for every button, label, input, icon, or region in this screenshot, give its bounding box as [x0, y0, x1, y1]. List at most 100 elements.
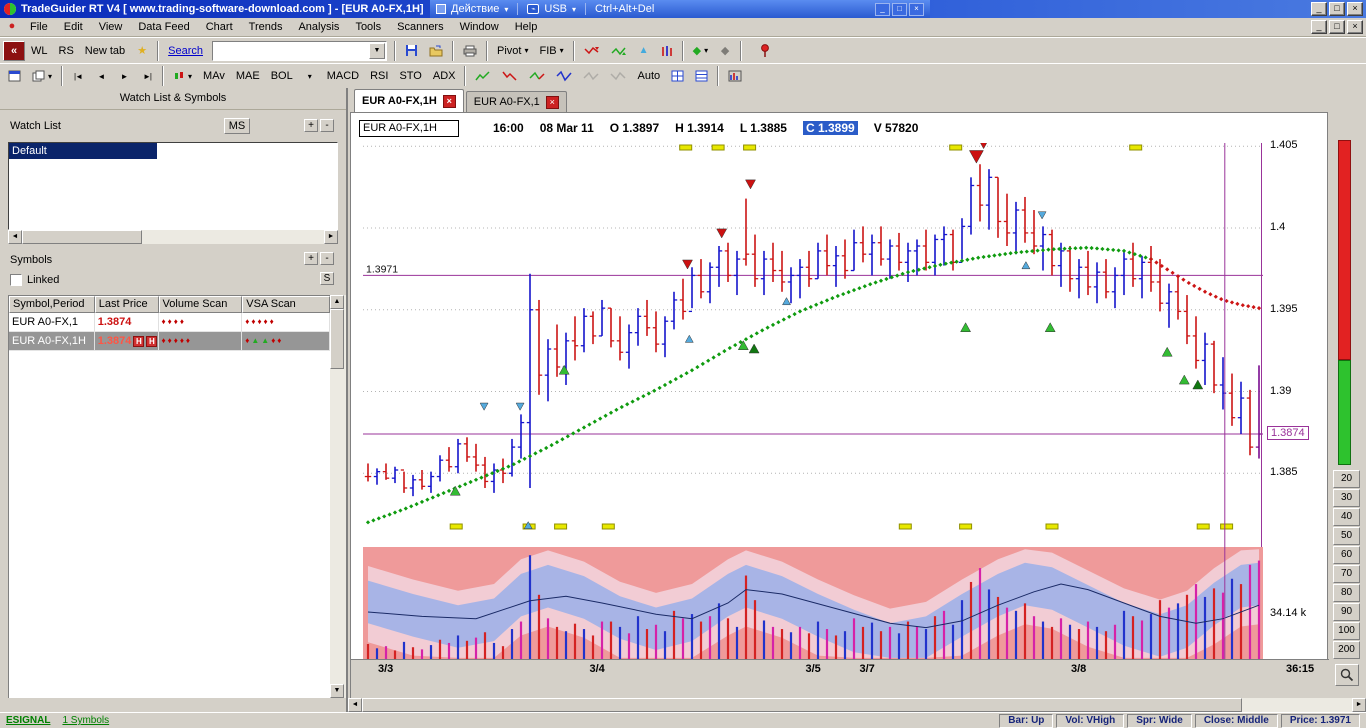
menu-item-file[interactable]: File	[22, 19, 56, 35]
column-header[interactable]: VSA Scan	[242, 296, 330, 313]
pivot-button[interactable]: Pivot ▾	[492, 41, 533, 61]
menu-item-scanners[interactable]: Scanners	[389, 19, 451, 35]
vm-close-button[interactable]: ×	[909, 3, 924, 16]
tab-close-icon[interactable]: ×	[546, 96, 559, 109]
menu-item-data-feed[interactable]: Data Feed	[130, 19, 197, 35]
chart-tab[interactable]: EUR A0-FX,1×	[466, 91, 567, 112]
remove-watchlist-button[interactable]: -	[320, 119, 334, 132]
watch-list-button[interactable]: WL	[26, 41, 53, 61]
prev-bar-button[interactable]: ◄	[90, 66, 112, 86]
mdi-minimize-button[interactable]: _	[1311, 20, 1327, 34]
chart-h-scrollbar[interactable]: ◄ ►	[348, 698, 1366, 712]
linked-checkbox[interactable]	[10, 274, 22, 286]
layout-button[interactable]	[3, 66, 26, 86]
scale-button-20[interactable]: 20	[1333, 470, 1360, 488]
uptrend-tool[interactable]	[470, 66, 496, 86]
vm-restore-button[interactable]: □	[892, 3, 907, 16]
scale-button-50[interactable]: 50	[1333, 527, 1360, 545]
column-header[interactable]: Symbol,Period	[9, 296, 95, 313]
last-bar-button[interactable]: ►|	[136, 66, 158, 86]
tab-close-icon[interactable]: ×	[443, 95, 456, 108]
volume-panel[interactable]	[363, 547, 1263, 659]
column-header[interactable]: Last Price	[95, 296, 159, 313]
menu-item-trends[interactable]: Trends	[241, 19, 291, 35]
save-button[interactable]	[400, 41, 423, 61]
symbol-row[interactable]: EUR A0-FX,1H1.3874HH♦♦♦♦♦♦▲▲♦♦	[9, 332, 330, 351]
swing-tool[interactable]	[551, 66, 577, 86]
mae-button[interactable]: MAE	[231, 66, 265, 86]
chart-tab[interactable]: EUR A0-FX,1H×	[354, 89, 464, 112]
scale-button-60[interactable]: 60	[1333, 546, 1360, 564]
rs-button[interactable]: RS	[54, 41, 79, 61]
auto-button[interactable]: Auto	[632, 66, 665, 86]
new-tab-button[interactable]: New tab	[80, 41, 130, 61]
scrollbar-thumb[interactable]	[362, 698, 1242, 712]
scale-button-100[interactable]: 100	[1333, 622, 1360, 640]
add-symbol-button[interactable]: +	[304, 252, 318, 265]
triangle-marker-tool[interactable]: ▲	[633, 41, 655, 61]
remove-symbol-button[interactable]: -	[320, 252, 334, 265]
sto-button[interactable]: STO	[394, 66, 426, 86]
first-bar-button[interactable]: |◄	[67, 66, 89, 86]
symbol-row[interactable]: EUR A0-FX,11.3874♦♦♦♦♦♦♦♦♦	[9, 313, 330, 332]
menu-item-view[interactable]: View	[91, 19, 131, 35]
back-button[interactable]: «	[3, 41, 25, 61]
vm-action-menu[interactable]: Действие	[451, 3, 499, 15]
symbol-box[interactable]: EUR A0-FX,1H	[359, 120, 459, 137]
vm-minimize-button[interactable]: _	[875, 3, 890, 16]
symbol-combobox[interactable]: ▼	[212, 41, 387, 61]
watchlist-h-scrollbar[interactable]: ◄ ►	[8, 230, 338, 244]
price-chart[interactable]: 1.3971	[363, 143, 1263, 547]
add-watchlist-button[interactable]: +	[304, 119, 318, 132]
menu-item-analysis[interactable]: Analysis	[290, 19, 347, 35]
mixed-trend-tool[interactable]	[524, 66, 550, 86]
grid-view-2-button[interactable]	[690, 66, 713, 86]
scroll-right-icon[interactable]: ►	[324, 230, 338, 244]
mdi-restore-button[interactable]: □	[1329, 20, 1345, 34]
column-header[interactable]: Volume Scan	[159, 296, 243, 313]
scale-button-90[interactable]: 90	[1333, 603, 1360, 621]
downtrend-tool[interactable]	[497, 66, 523, 86]
menu-item-tools[interactable]: Tools	[347, 19, 389, 35]
rsi-button[interactable]: RSI	[365, 66, 393, 86]
s-button[interactable]: S	[320, 272, 334, 285]
scrollbar-thumb[interactable]	[330, 309, 344, 369]
scale-button-80[interactable]: 80	[1333, 584, 1360, 602]
menu-item-edit[interactable]: Edit	[56, 19, 91, 35]
menu-item-window[interactable]: Window	[452, 19, 507, 35]
scroll-down-icon[interactable]: ▼	[330, 684, 344, 698]
close-button[interactable]: ×	[1347, 2, 1363, 16]
export-button[interactable]	[424, 41, 448, 61]
chevron-down-icon[interactable]: ▼	[369, 43, 385, 59]
macd-button[interactable]: MACD	[322, 66, 364, 86]
ms-button[interactable]: MS	[224, 118, 250, 134]
fib-button[interactable]: FIB ▾	[534, 41, 568, 61]
symbols-v-scrollbar[interactable]: ▲ ▼	[330, 295, 346, 698]
watch-list-box[interactable]: Default	[8, 142, 338, 230]
chart-style-button[interactable]: ▾	[168, 66, 197, 86]
vm-usb-menu[interactable]: USB	[544, 3, 567, 15]
pin-chart-button[interactable]	[754, 41, 776, 61]
symbols-table-header[interactable]: Symbol,PeriodLast PriceVolume ScanVSA Sc…	[9, 296, 330, 313]
grid-view-button[interactable]	[666, 66, 689, 86]
indicator-dropdown-button[interactable]: ▾	[299, 66, 321, 86]
histogram-button[interactable]	[723, 66, 747, 86]
diamond-indicator-button[interactable]: ◆ ▾	[688, 41, 713, 61]
watch-list-item[interactable]: Default	[9, 143, 157, 159]
print-button[interactable]	[458, 41, 482, 61]
zoom-button[interactable]	[1335, 664, 1359, 686]
star-icon[interactable]: ★	[131, 41, 153, 61]
next-bar-button[interactable]: ►	[113, 66, 135, 86]
search-link[interactable]: Search	[163, 45, 208, 57]
bars-tool[interactable]	[656, 41, 678, 61]
scan-markers-tool[interactable]	[579, 41, 605, 61]
scroll-left-icon[interactable]: ◄	[348, 698, 362, 712]
trend-signal-tool[interactable]	[606, 41, 632, 61]
scale-button-200[interactable]: 200	[1333, 641, 1360, 659]
menu-item-help[interactable]: Help	[507, 19, 546, 35]
scroll-right-icon[interactable]: ►	[1352, 698, 1366, 712]
vm-ctrl-alt-del-button[interactable]: Ctrl+Alt+Del	[595, 3, 654, 15]
scrollbar-thumb[interactable]	[22, 230, 142, 244]
scroll-left-icon[interactable]: ◄	[8, 230, 22, 244]
adx-button[interactable]: ADX	[428, 66, 461, 86]
